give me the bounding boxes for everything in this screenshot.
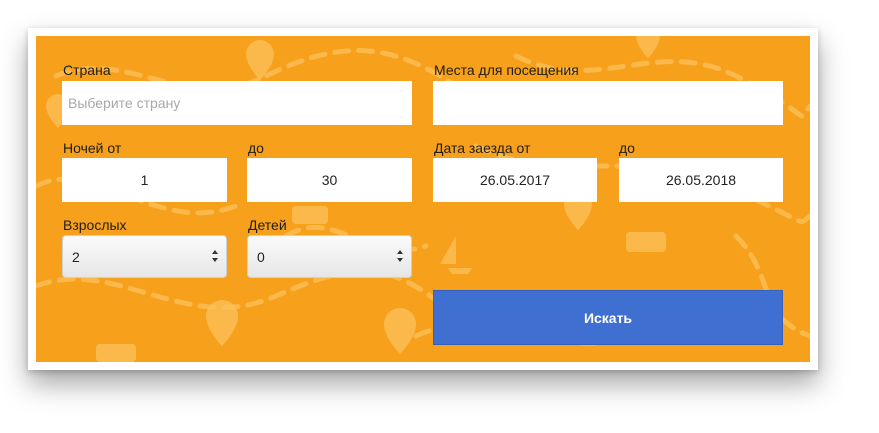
select-arrows-icon (212, 250, 218, 262)
children-label: Детей (248, 217, 287, 233)
adults-select[interactable]: 2 (62, 235, 227, 278)
map-pin-icon (206, 300, 238, 346)
nights-from-input[interactable]: 1 (62, 158, 227, 202)
nights-to-label: до (248, 140, 264, 156)
bus-icon (292, 206, 328, 224)
bus-icon (96, 344, 136, 362)
checkin-from-input[interactable]: 26.05.2017 (433, 158, 597, 202)
select-arrows-icon (397, 250, 403, 262)
places-label: Места для посещения (434, 62, 579, 78)
search-form-panel: Страна Выберите страну Места для посещен… (36, 36, 810, 362)
country-label: Страна (63, 62, 111, 78)
checkin-from-label: Дата заезда от (434, 140, 531, 156)
bus-icon (626, 232, 666, 252)
country-select-field[interactable]: Выберите страну (62, 81, 412, 125)
adults-select-value: 2 (72, 248, 80, 265)
search-button[interactable]: Искать (433, 290, 783, 345)
places-field[interactable] (433, 81, 783, 125)
adults-label: Взрослых (63, 217, 127, 233)
checkin-to-label: до (619, 140, 635, 156)
map-pin-icon (636, 36, 660, 58)
search-form-card: Страна Выберите страну Места для посещен… (28, 28, 818, 370)
nights-from-label: Ночей от (63, 140, 122, 156)
children-select[interactable]: 0 (247, 235, 412, 278)
map-pin-icon (246, 40, 274, 80)
children-select-value: 0 (257, 248, 265, 265)
nights-to-input[interactable]: 30 (247, 158, 412, 202)
map-pin-icon (384, 308, 416, 354)
checkin-to-input[interactable]: 26.05.2018 (619, 158, 783, 202)
sailboat-icon (440, 236, 472, 274)
